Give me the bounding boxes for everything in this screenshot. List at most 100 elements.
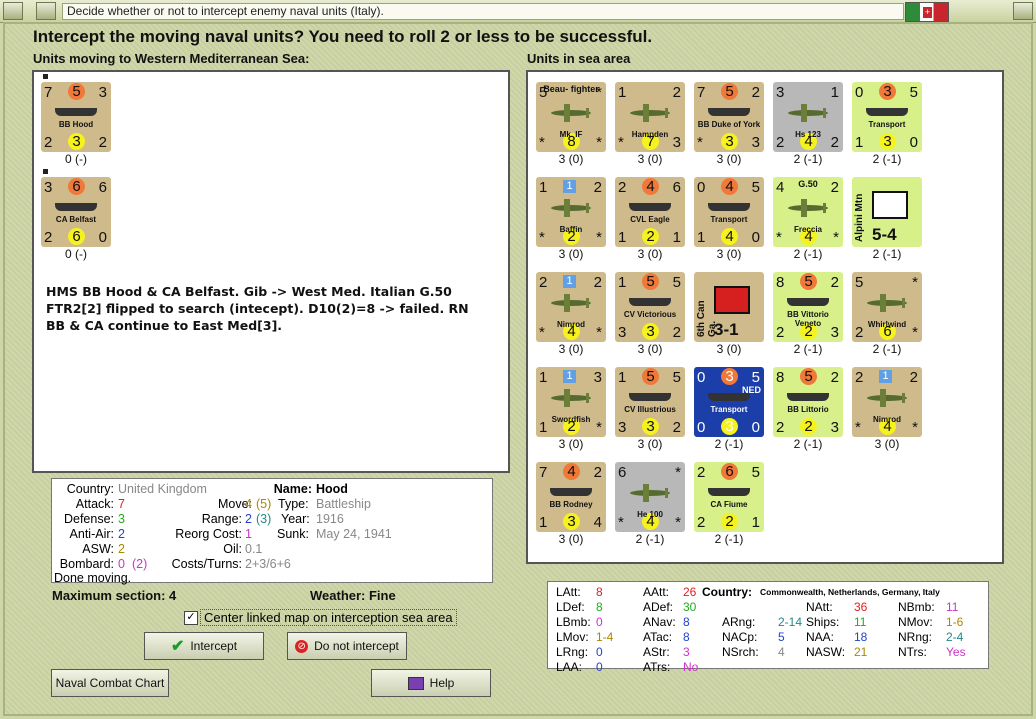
stat-value: 36 <box>854 600 868 614</box>
carrier-badge: 1 <box>563 370 576 383</box>
unit-counter[interactable]: 1 2 * 3 7 Hampden <box>615 82 685 152</box>
counter-value: 1 <box>539 179 548 196</box>
unit-counter[interactable]: 6th Can Ga. 3-1 <box>694 272 764 342</box>
counter-value: 2 <box>593 179 602 196</box>
stat-label: ADef: <box>643 600 674 614</box>
counter-value: 3 <box>879 133 896 150</box>
unit-counter[interactable]: Alpini Mtn 5-4 <box>852 177 922 247</box>
system-menu-button[interactable] <box>3 2 23 20</box>
country-value: United Kingdom <box>118 482 207 496</box>
counter-value: 4 <box>563 463 580 480</box>
type-value: Battleship <box>316 497 371 511</box>
unit-caption: 2 (-1) <box>793 437 823 451</box>
year-value: 1916 <box>316 512 344 526</box>
unit-name: Swordfish <box>551 415 591 424</box>
counter-value: 4 <box>721 228 738 245</box>
counter-value: 3 <box>98 84 107 101</box>
aircraft-silhouette-icon <box>625 102 675 124</box>
counter-value: 2 <box>830 369 839 386</box>
stat-value: 0 <box>596 615 603 629</box>
counter-value: 2 <box>672 419 681 436</box>
unit-counter[interactable]: 1 2 * * 2 1 Baffin <box>536 177 606 247</box>
help-button[interactable]: Help <box>371 669 491 697</box>
unit-counter[interactable]: 3 6 2 0 6 6 CA Belfast <box>41 177 111 247</box>
counter-value: * <box>912 274 918 291</box>
oil-label: Oil: <box>223 542 242 556</box>
counter-value: 5 <box>672 369 681 386</box>
close-button[interactable] <box>1013 2 1033 20</box>
range-value-2: (3) <box>256 512 272 526</box>
aircraft-silhouette-icon <box>783 102 833 124</box>
unit-counter[interactable]: 0 5 1 0 4 4 Transport <box>694 177 764 247</box>
stat-value: 26 <box>683 585 697 599</box>
defense-label: Defense: <box>63 512 114 526</box>
unit-caption: 0 (-) <box>65 247 87 261</box>
unit-counter[interactable]: 1 3 1 * 2 1 Swordfish <box>536 367 606 437</box>
unit-counter[interactable]: 8 2 2 3 5 2 BB Littorio <box>773 367 843 437</box>
unit-counter[interactable]: 2 5 2 1 6 2 CA Fiume <box>694 462 764 532</box>
stats-country-value: Commonwealth, Netherlands, Germany, Ital… <box>760 587 940 597</box>
stat-value: 1-4 <box>596 630 614 644</box>
counter-value: 2 <box>697 464 706 481</box>
counter-value: 3 <box>618 419 627 436</box>
counter-value: 7 <box>697 84 706 101</box>
minimize-button[interactable] <box>36 2 56 20</box>
stat-label: NMov: <box>898 615 933 629</box>
unit-counter[interactable]: 0 5 1 0 3 3 Transport <box>852 82 922 152</box>
unit-counter[interactable]: 5 * 2 * 6 Whirlwind <box>852 272 922 342</box>
unit-counter[interactable]: 1 5 3 2 5 3 CV Illustrious <box>615 367 685 437</box>
unit-caption: 2 (-1) <box>793 152 823 166</box>
stat-value: 0 <box>596 660 603 674</box>
counter-value: 2 <box>776 419 785 436</box>
unit-counter[interactable]: 3 1 2 2 4 Hs 123 <box>773 82 843 152</box>
costs-value: 2+3/6+6 <box>245 557 291 571</box>
italy-flag-icon: + <box>905 2 949 22</box>
intercept-button[interactable]: ✔ Intercept <box>144 632 264 660</box>
counter-value: 5 <box>68 83 85 100</box>
counter-value: 6 <box>98 179 107 196</box>
unit-counter[interactable]: 8 2 2 3 5 2 BB Vittorio Veneto <box>773 272 843 342</box>
unit-counter[interactable]: 5 * * * 8 Beau- fighter Mk. IF <box>536 82 606 152</box>
counter-value: 6 <box>68 178 85 195</box>
unit-counter[interactable]: 0 5 0 0 3 3 NED Transport <box>694 367 764 437</box>
counter-value: 2 <box>44 134 53 151</box>
counter-value: 1 <box>618 369 627 386</box>
unit-caption: 3 (0) <box>716 247 742 261</box>
stat-value: 18 <box>854 630 868 644</box>
unit-counter[interactable]: 1 5 3 2 5 3 CV Victorious <box>615 272 685 342</box>
ship-silhouette-icon <box>629 298 671 306</box>
unit-caption: 3 (0) <box>558 342 584 356</box>
unit-counter[interactable]: 7 2 * 3 5 3 BB Duke of York <box>694 82 764 152</box>
ship-silhouette-icon <box>708 203 750 211</box>
unit-caption: 3 (0) <box>558 152 584 166</box>
unit-counter[interactable]: 2 2 * * 4 1 Nimrod <box>536 272 606 342</box>
stat-label: NRng: <box>898 630 933 644</box>
center-map-checkbox[interactable]: ✓ <box>184 611 198 625</box>
nation-code: NED <box>741 385 761 395</box>
counter-value: 5 <box>800 368 817 385</box>
counter-value: 2 <box>672 324 681 341</box>
counter-value: 2 <box>593 464 602 481</box>
counter-value: 3 <box>563 513 580 530</box>
unit-counter[interactable]: 4 2 * * 4 G.50 Freccia <box>773 177 843 247</box>
stat-label: ARng: <box>722 615 756 629</box>
unit-counter[interactable]: 2 2 * * 4 1 Nimrod <box>852 367 922 437</box>
naval-combat-chart-button[interactable]: Naval Combat Chart <box>51 669 169 697</box>
carrier-badge: 1 <box>879 370 892 383</box>
stat-label: LMov: <box>556 630 589 644</box>
ship-silhouette-icon <box>550 488 592 496</box>
counter-value: 5 <box>751 369 760 386</box>
unit-counter[interactable]: 7 2 1 4 4 3 BB Rodney <box>536 462 606 532</box>
stat-value: 4 <box>778 645 785 659</box>
unit-caption: 3 (0) <box>558 437 584 451</box>
do-not-intercept-button[interactable]: ⊘ Do not intercept <box>287 632 407 660</box>
counter-value: 0 <box>697 179 706 196</box>
stat-label: NSrch: <box>722 645 759 659</box>
unit-caption: 2 (-1) <box>793 342 823 356</box>
unit-counter[interactable]: 2 6 1 1 4 2 CVL Eagle <box>615 177 685 247</box>
unit-counter[interactable]: 7 3 2 2 5 3 BB Hood <box>41 82 111 152</box>
unit-counter[interactable]: 6 * * * 4 He 100 <box>615 462 685 532</box>
center-map-label[interactable]: Center linked map on interception sea ar… <box>200 609 457 626</box>
stat-label: ANav: <box>643 615 676 629</box>
asw-value: 2 <box>118 542 125 556</box>
